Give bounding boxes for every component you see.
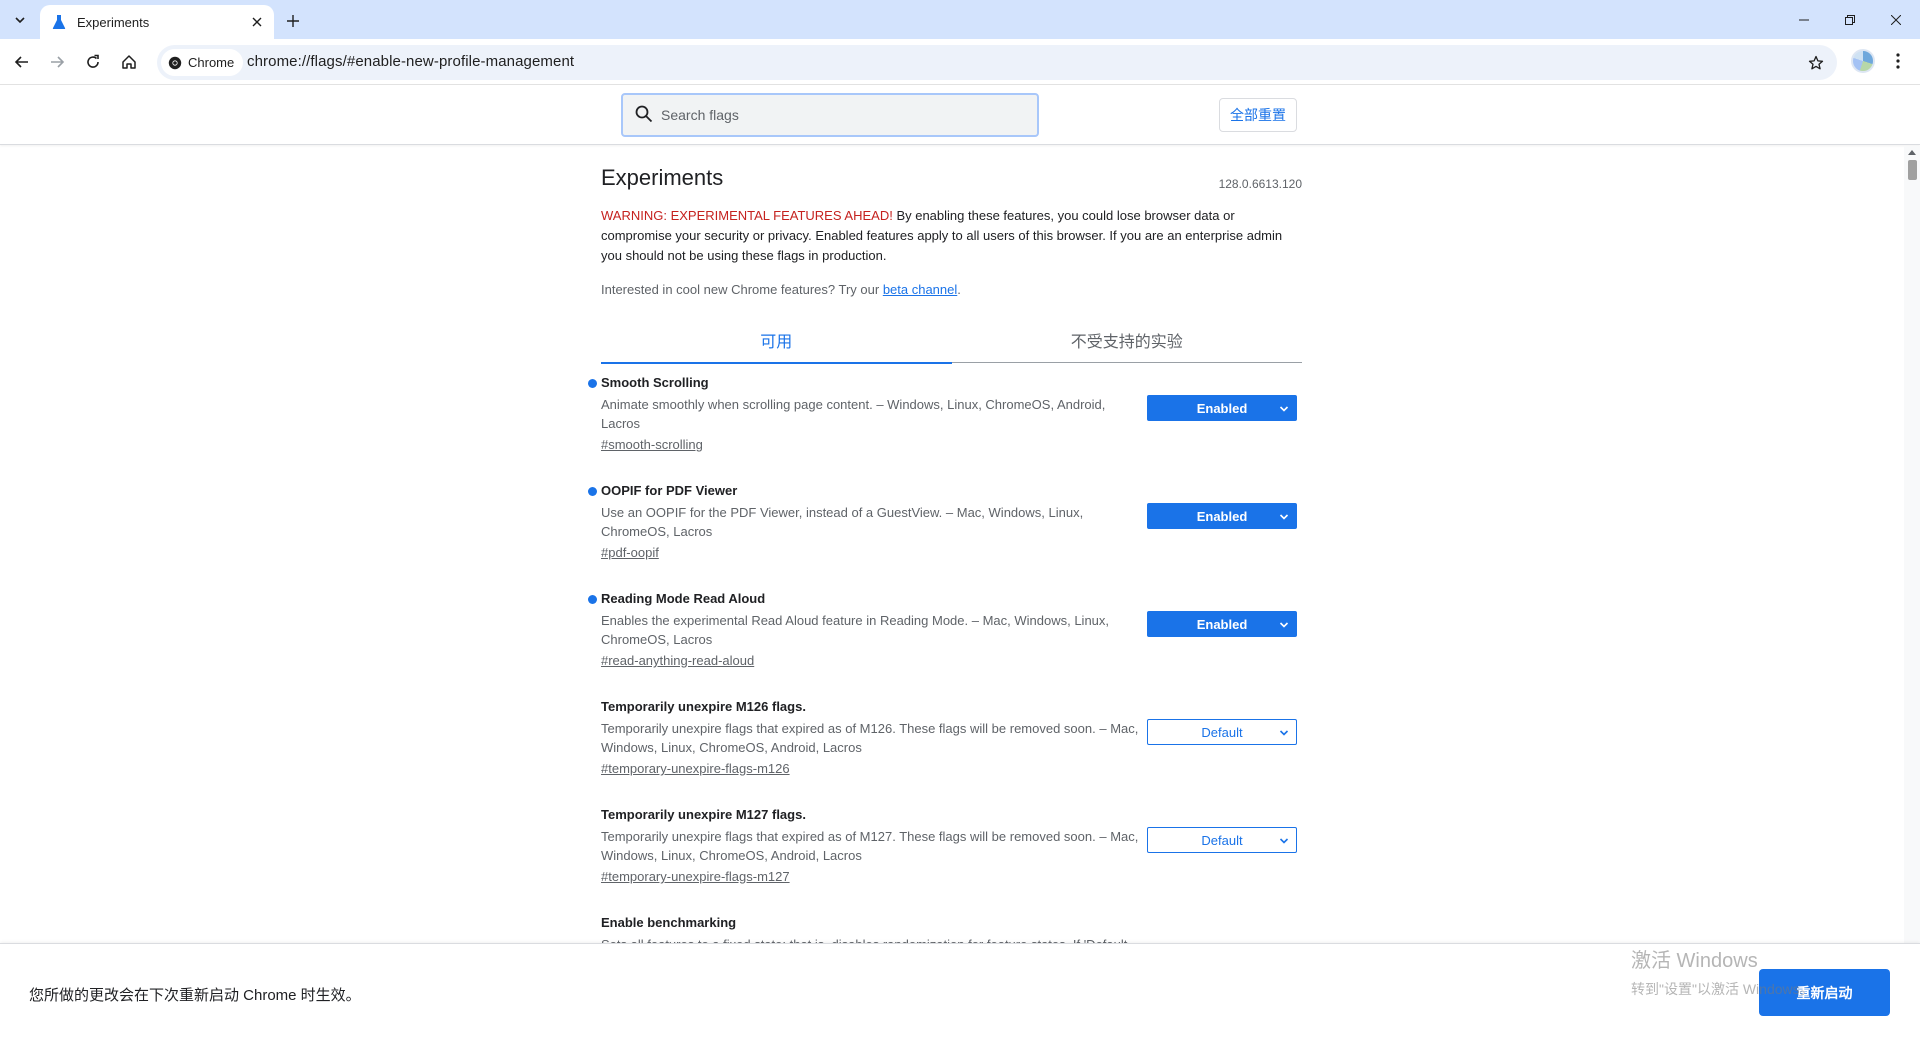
modified-indicator: [588, 595, 597, 604]
back-button[interactable]: [5, 45, 39, 79]
chevron-down-icon: [15, 17, 25, 24]
address-bar[interactable]: Chrome chrome://flags/#enable-new-profil…: [157, 45, 1837, 80]
site-info-chip[interactable]: Chrome: [161, 49, 244, 76]
modified-indicator: [588, 487, 597, 496]
chevron-down-icon: [1279, 730, 1289, 736]
arrow-right-icon: [51, 56, 65, 68]
experiment-description: Enables the experimental Read Aloud feat…: [601, 613, 1110, 647]
experiment-name: Enable benchmarking: [601, 915, 737, 930]
experiment-link[interactable]: #read-anything-read-aloud: [601, 653, 754, 668]
flags-header: 全部重置: [0, 85, 1920, 145]
toolbar: Chrome chrome://flags/#enable-new-profil…: [0, 39, 1920, 85]
experiment-description: Animate smoothly when scrolling page con…: [601, 397, 1106, 431]
minimize-button[interactable]: [1781, 0, 1827, 39]
tab-available[interactable]: 可用: [601, 326, 952, 364]
experiment-select[interactable]: Enabled: [1147, 611, 1297, 637]
experiment-description: Temporarily unexpire flags that expired …: [601, 829, 1139, 863]
warning-heading: WARNING: EXPERIMENTAL FEATURES AHEAD!: [601, 208, 893, 223]
star-icon: [1808, 55, 1824, 70]
experiment-name: OOPIF for PDF Viewer: [601, 483, 738, 498]
restore-button[interactable]: [1827, 0, 1873, 39]
experiment-name: Temporarily unexpire M126 flags.: [601, 699, 806, 714]
select-value: Enabled: [1196, 508, 1248, 524]
new-tab-button[interactable]: [280, 8, 306, 34]
menu-button[interactable]: [1886, 49, 1910, 73]
tab-experiments[interactable]: Experiments: [40, 5, 274, 39]
chip-label: Chrome: [188, 55, 235, 70]
home-button[interactable]: [112, 45, 146, 79]
flags-content: Experiments 128.0.6613.120 WARNING: EXPE…: [0, 146, 1904, 943]
close-tab-icon[interactable]: [246, 11, 268, 33]
page-title: Experiments: [601, 165, 724, 190]
more-vert-icon: [1896, 53, 1900, 69]
experiment-select[interactable]: Enabled: [1147, 503, 1297, 529]
scroll-up-arrow-icon[interactable]: [1908, 150, 1916, 155]
experiment-link[interactable]: #temporary-unexpire-flags-m126: [601, 761, 790, 776]
minimize-icon: [1799, 19, 1809, 20]
scrollbar-thumb[interactable]: [1908, 160, 1917, 180]
forward-button[interactable]: [40, 45, 74, 79]
flask-icon: [50, 13, 68, 31]
experiment-description: Sets all features to a fixed state; that…: [601, 935, 1141, 943]
reload-button[interactable]: [76, 45, 110, 79]
experiment-select[interactable]: Default: [1147, 719, 1297, 745]
home-icon: [122, 55, 136, 69]
experiment-select[interactable]: Default: [1147, 827, 1297, 853]
experiment-name: Temporarily unexpire M127 flags.: [601, 807, 806, 822]
chevron-down-icon: [1279, 406, 1289, 412]
experiment-link[interactable]: #smooth-scrolling: [601, 437, 703, 452]
close-window-button[interactable]: [1873, 0, 1919, 39]
select-value: Default: [1201, 724, 1243, 740]
experiment-link[interactable]: #pdf-oopif: [601, 545, 659, 560]
chevron-down-icon: [1279, 622, 1289, 628]
select-value: Enabled: [1196, 400, 1248, 416]
experiment-select[interactable]: Enabled: [1147, 395, 1297, 421]
relaunch-bar: 您所做的更改会在下次重新启动 Chrome 时生效。 重新启动: [0, 943, 1920, 1040]
experiment-name: Smooth Scrolling: [601, 375, 709, 390]
select-value: Default: [1201, 832, 1243, 848]
tab-search-button[interactable]: [6, 7, 34, 33]
plus-icon: [287, 15, 299, 27]
chevron-down-icon: [1279, 838, 1289, 844]
tab-strip: Experiments: [0, 0, 1920, 39]
reload-icon: [87, 54, 99, 68]
tab-unavailable[interactable]: 不受支持的实验: [952, 326, 1303, 362]
experiment-description: Use an OOPIF for the PDF Viewer, instead…: [601, 505, 1084, 539]
search-box[interactable]: [621, 93, 1039, 137]
modified-indicator: [588, 379, 597, 388]
experiment-name: Reading Mode Read Aloud: [601, 591, 766, 606]
beta-channel-link[interactable]: beta channel: [883, 282, 957, 297]
relaunch-message: 您所做的更改会在下次重新启动 Chrome 时生效。: [29, 987, 361, 1004]
search-input[interactable]: [661, 103, 1021, 127]
relaunch-button[interactable]: 重新启动: [1759, 969, 1890, 1016]
url-text[interactable]: chrome://flags/#enable-new-profile-manag…: [247, 53, 574, 70]
beta-promo: Interested in cool new Chrome features? …: [601, 282, 961, 297]
experiment-description: Temporarily unexpire flags that expired …: [601, 721, 1139, 755]
select-value: Enabled: [1196, 616, 1248, 632]
profile-avatar[interactable]: [1851, 49, 1875, 73]
close-icon: [1891, 14, 1901, 25]
experiment-link[interactable]: #temporary-unexpire-flags-m127: [601, 869, 790, 884]
version-text: 128.0.6613.120: [1218, 177, 1302, 191]
tab-title: Experiments: [77, 14, 150, 30]
bookmark-star-button[interactable]: [1805, 52, 1827, 74]
beta-promo-suffix: .: [957, 282, 961, 297]
chevron-down-icon: [1279, 514, 1289, 520]
reset-all-button[interactable]: 全部重置: [1219, 98, 1297, 132]
restore-icon: [1845, 14, 1855, 25]
beta-promo-text: Interested in cool new Chrome features? …: [601, 282, 883, 297]
tab-bar: 可用 不受支持的实验: [601, 326, 1303, 364]
arrow-left-icon: [14, 56, 28, 68]
warning-text: WARNING: EXPERIMENTAL FEATURES AHEAD! By…: [601, 206, 1302, 266]
chrome-logo-icon: [168, 56, 182, 69]
scrollbar[interactable]: [1904, 146, 1920, 943]
search-icon: [635, 105, 653, 128]
